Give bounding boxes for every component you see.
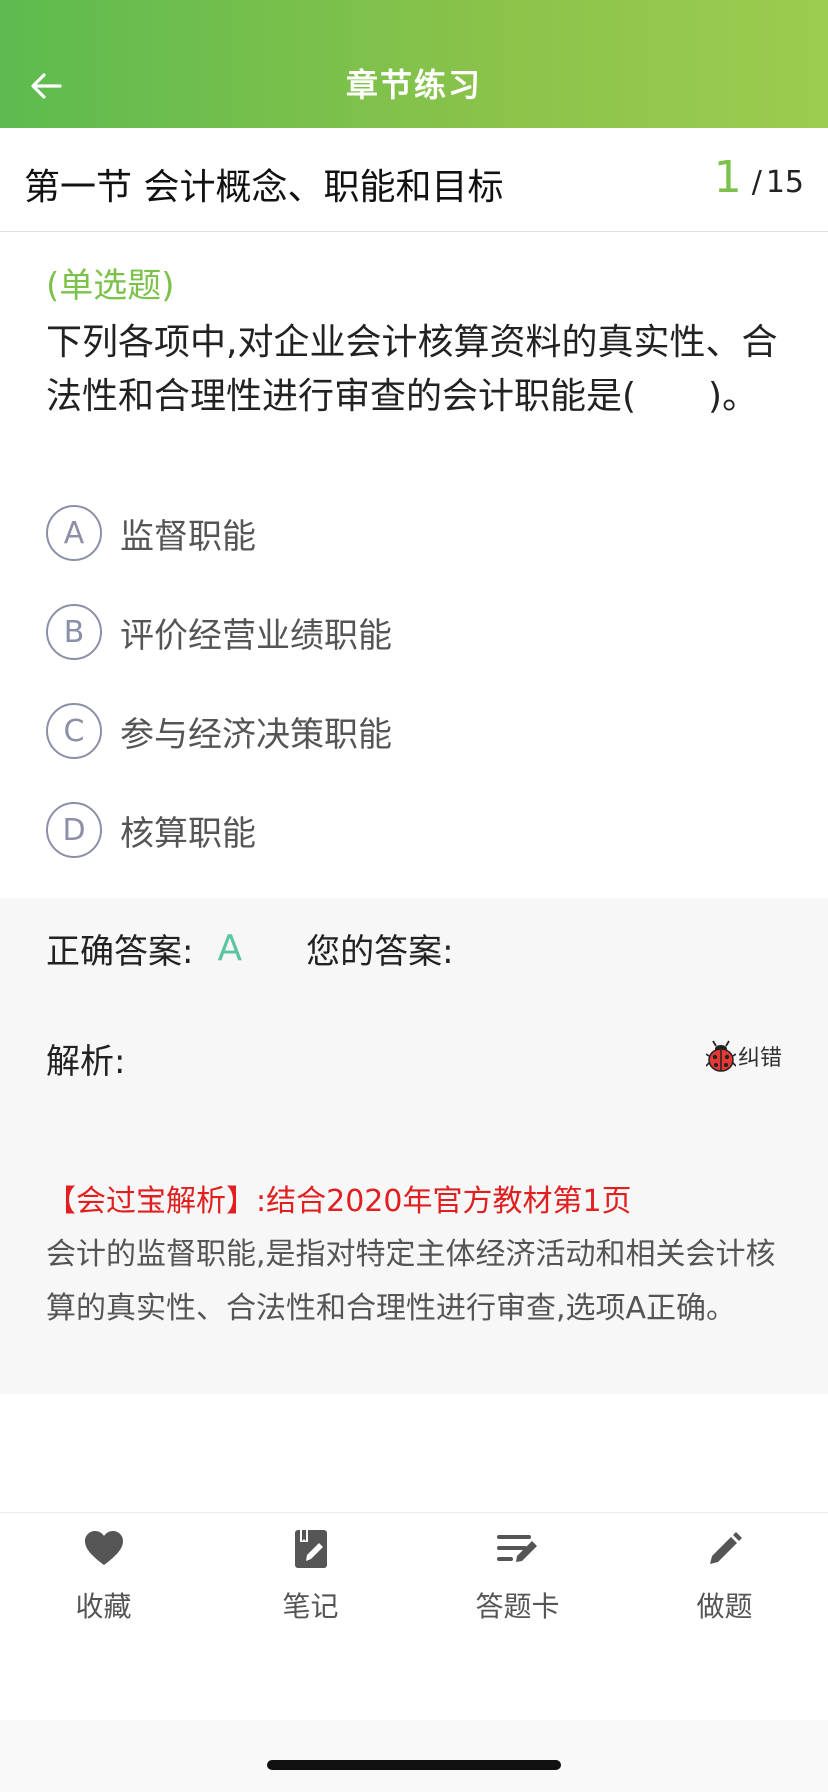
do-question-button[interactable]: 做题 <box>621 1527 828 1637</box>
heart-icon <box>82 1527 126 1571</box>
option-d[interactable]: D 核算职能 <box>46 800 786 860</box>
practice-page: 章节练习 第一节 会计概念、职能和目标 1 / 15 (单选题) 下列各项中,对… <box>0 0 828 1792</box>
report-error-label: 纠错 <box>737 1046 782 1071</box>
option-text: 核算职能 <box>120 813 256 854</box>
question-type: (单选题) <box>46 266 175 306</box>
answer-panel: 正确答案: A 您的答案: 解析: 纠错 【会过宝解析】:结合2020年官方教材… <box>0 898 828 1394</box>
option-b[interactable]: B 评价经营业绩职能 <box>46 602 786 662</box>
analysis-body: 会计的监督职能,是指对特定主体经济活动和相关会计核算的真实性、合法性和合理性进行… <box>46 1237 776 1326</box>
nav-bar: 章节练习 <box>0 0 828 128</box>
option-a[interactable]: A 监督职能 <box>46 503 786 563</box>
favorite-button[interactable]: 收藏 <box>0 1527 207 1637</box>
notebook-icon <box>289 1527 333 1571</box>
notes-button[interactable]: 笔记 <box>207 1527 414 1637</box>
option-text: 评价经营业绩职能 <box>120 615 392 656</box>
option-letter: D <box>46 802 102 858</box>
correct-answer-label: 正确答案: <box>46 932 194 972</box>
bottom-toolbar: 收藏 笔记 答题卡 做题 <box>0 1512 828 1720</box>
progress-current: 1 <box>713 152 742 203</box>
option-letter: A <box>46 505 102 561</box>
answer-sheet-button[interactable]: 答题卡 <box>414 1527 621 1637</box>
section-bar: 第一节 会计概念、职能和目标 1 / 15 <box>0 128 828 232</box>
question-text: 下列各项中,对企业会计核算资料的真实性、合法性和合理性进行审查的会计职能是( )… <box>46 322 778 417</box>
option-text: 参与经济决策职能 <box>120 714 392 755</box>
analysis-label: 解析: <box>46 1042 126 1082</box>
question-progress: 1 / 15 <box>714 152 804 203</box>
option-letter: C <box>46 703 102 759</box>
your-answer-label: 您的答案: <box>306 932 454 972</box>
answer-sheet-icon <box>496 1527 540 1571</box>
ladybug-icon <box>705 1040 736 1072</box>
analysis-source: 【会过宝解析】:结合2020年官方教材第1页 <box>46 1184 632 1219</box>
progress-separator: / <box>751 165 762 200</box>
pencil-icon <box>703 1527 747 1571</box>
bottom-safe-area <box>0 1720 828 1792</box>
option-text: 监督职能 <box>120 516 256 557</box>
tool-label: 答题卡 <box>475 1590 560 1623</box>
tool-label: 笔记 <box>282 1590 339 1623</box>
report-error-button[interactable]: 纠错 <box>705 1040 782 1072</box>
correct-answer-value: A <box>217 928 243 969</box>
tool-label: 做题 <box>696 1590 753 1623</box>
section-title: 第一节 会计概念、职能和目标 <box>24 167 504 208</box>
option-letter: B <box>46 604 102 660</box>
page-title: 章节练习 <box>345 66 482 104</box>
home-indicator[interactable] <box>267 1760 561 1770</box>
progress-total: 15 <box>765 165 804 200</box>
option-c[interactable]: C 参与经济决策职能 <box>46 701 786 761</box>
tool-label: 收藏 <box>75 1590 132 1623</box>
answer-row: 正确答案: A 您的答案: <box>46 924 454 973</box>
